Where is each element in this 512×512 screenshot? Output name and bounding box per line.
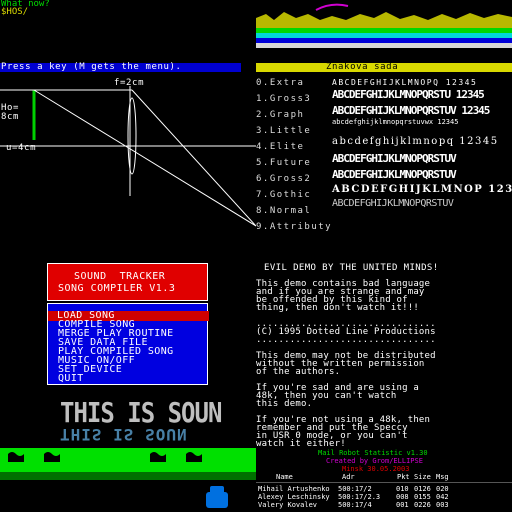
scroller-text: THIS IS SOUN	[60, 396, 222, 430]
title-box: SOUND TRACKER SONG COMPILER V1.3	[47, 263, 208, 301]
stats-header-adr: Adr	[342, 473, 355, 481]
stats-cell-name: Valery Kovalev	[258, 501, 318, 509]
stats-cell-pkt: 001	[396, 501, 409, 509]
distance-label: u=4cm	[6, 143, 37, 153]
font-label: 7.Gothic	[256, 190, 312, 200]
font-row-9[interactable]: 9.Attributy	[256, 222, 332, 232]
font-label: 3.Little	[256, 126, 312, 136]
charset-panel: Znakova sada 0.Extra ABCDEFGHIJKLMNOPQ 1…	[256, 0, 512, 256]
stats-cell-msg: 003	[436, 501, 449, 509]
stats-cell-adr: 500:17/2	[338, 485, 372, 493]
banner-text[interactable]: Press a key (M gets the menu).	[1, 63, 182, 72]
font-sample: ABCDEFGHIJKLMNOPQRSTUV 12345	[332, 104, 490, 117]
font-sample: abcdefghijklmnopqrstuvwx 12345	[332, 118, 459, 126]
font-row-2[interactable]: 2.Graph ABCDEFGHIJKLMNOPQRSTUV 12345	[256, 104, 490, 120]
stats-cell-adr: 500:17/2.3	[338, 493, 381, 501]
stats-header-msg: Msg	[436, 473, 449, 481]
app-subtitle: SONG COMPILER V1.3	[58, 283, 176, 294]
stats-cell-msg: 020	[436, 485, 449, 493]
prompt-line-2: $HOS/	[1, 7, 29, 17]
landscape-graphic	[256, 3, 512, 48]
warning-paragraph: This demo contains bad language and if y…	[256, 279, 431, 313]
scroller-reflection: THIS IS SOUN	[60, 425, 188, 444]
font-list: 0.Extra ABCDEFGHIJKLMNOPQ 12345 1.Gross3…	[256, 78, 512, 238]
stats-title: Mail Robot Statistic v1.30	[318, 449, 428, 457]
evil-demo-panel: EVIL DEMO BY THE UNITED MINDS! This demo…	[256, 256, 512, 512]
font-sample: ABCDEFGHIJKLMNOPQRSTU 12345	[332, 88, 485, 101]
font-label: 0.Extra	[256, 78, 305, 88]
mail-robot-stats: Mail Robot Statistic v1.30 Created by Gr…	[256, 448, 512, 512]
font-label: 6.Gross2	[256, 174, 312, 184]
app-title: SOUND TRACKER	[74, 271, 166, 282]
font-row-3[interactable]: 3.Little abcdefghijklmnopqrstuvwx 12345	[256, 118, 458, 136]
font-row-0[interactable]: 0.Extra ABCDEFGHIJKLMNOPQ 12345	[256, 78, 476, 88]
stats-divider	[256, 482, 512, 483]
usr0-paragraph: If you're not using a 48k, then remember…	[256, 415, 431, 449]
stats-cell-pkt: 010	[396, 485, 409, 493]
stats-header-pkt: Pkt	[397, 473, 410, 481]
optics-diagram	[0, 86, 256, 227]
ray-1	[33, 89, 256, 227]
font-row-6[interactable]: 6.Gross2 ABCDEFGHIJKLMNOPQRSTUV	[256, 168, 457, 184]
stats-cell-size: 0126	[414, 485, 431, 493]
font-row-7[interactable]: 7.Gothic ABCDEFGHIJKLMNOP 12345	[256, 184, 512, 200]
font-row-4[interactable]: 4.Elite abcdefghijklmnopq 12345	[256, 136, 497, 152]
sound-tracker-panel: SOUND TRACKER SONG COMPILER V1.3 LOAD SO…	[0, 256, 256, 512]
stats-cell-pkt: 008	[396, 493, 409, 501]
height-label-2: 8cm	[1, 112, 20, 122]
lens-shape	[127, 97, 137, 175]
font-sample: ABCDEFGHIJKLMNOPQRSTUV	[332, 198, 454, 209]
main-menu: LOAD SONG COMPILE SONG MERGE PLAY ROUTIN…	[47, 303, 209, 385]
font-label: 5.Future	[256, 158, 312, 168]
stats-cell-name: Mihail Artushenko	[258, 485, 330, 493]
font-row-5[interactable]: 5.Future ABCDEFGHIJKLMNOPQRSTUV	[256, 152, 457, 168]
font-sample: ABCDEFGHIJKLMNOP 12345	[332, 184, 512, 195]
stats-cell-name: Alexey Leschinsky	[258, 493, 330, 501]
stats-header-size: Size	[414, 473, 431, 481]
stats-header-name: Name	[276, 473, 293, 481]
stats-cell-size: 0155	[414, 493, 431, 501]
font-sample: ABCDEFGHIJKLMNOPQRSTUV	[332, 152, 457, 165]
grass-strip	[0, 448, 256, 512]
font-sample: ABCDEFGHIJKLMNOPQ 12345	[332, 78, 478, 87]
stats-cell-msg: 042	[436, 493, 449, 501]
focus-label: f=2cm	[114, 78, 145, 88]
font-label: 9.Attributy	[256, 222, 333, 232]
font-label: 2.Graph	[256, 110, 305, 120]
menu-quit[interactable]: QUIT	[58, 374, 84, 384]
font-label: 8.Normal	[256, 206, 312, 216]
font-row-1[interactable]: 1.Gross3 ABCDEFGHIJKLMNOPQRSTU 12345	[256, 88, 485, 104]
stats-cell-size: 0226	[414, 501, 431, 509]
ray-3	[131, 89, 256, 227]
demo-heading: EVIL DEMO BY THE UNITED MINDS!	[264, 263, 439, 273]
charset-title: Znakova sada	[326, 62, 399, 72]
font-sample: abcdefghijklmnopq 12345	[332, 136, 499, 147]
font-label: 4.Elite	[256, 142, 305, 152]
font-row-8[interactable]: 8.Normal ABCDEFGHIJKLMNOPQRSTUV	[256, 198, 454, 216]
copyright-paragraph: ................................ (C) 199…	[256, 319, 436, 345]
font-label: 1.Gross3	[256, 94, 312, 104]
stats-cell-adr: 500:17/4	[338, 501, 372, 509]
stats-date: Minsk 30.05.2003	[342, 465, 410, 473]
stats-author: Created by Grom/ELLIPSE	[326, 457, 423, 465]
optics-demo-panel: What now? $HOS/ Press a key (M gets the …	[0, 0, 256, 256]
font-sample: ABCDEFGHIJKLMNOPQRSTUV	[332, 168, 457, 181]
48k-paragraph: If you're sad and are using a 48k, then …	[256, 383, 419, 409]
distribution-paragraph: This demo may not be distributed without…	[256, 351, 436, 377]
